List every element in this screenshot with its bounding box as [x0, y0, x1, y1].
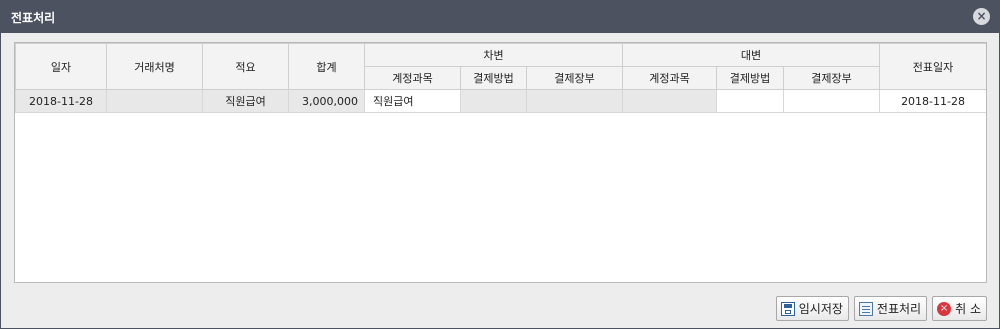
row-debit-method[interactable] [460, 89, 527, 113]
close-icon[interactable]: × [973, 8, 990, 25]
header-debit: 차변 [363, 43, 624, 67]
row-credit-account[interactable] [622, 89, 718, 113]
header-summary[interactable]: 적요 [202, 43, 289, 90]
row-date: 2018-11-28 [15, 89, 107, 113]
row-customer[interactable] [106, 89, 203, 113]
row-summary: 직원급여 [202, 89, 289, 113]
header-customer[interactable]: 거래처명 [106, 43, 203, 90]
header-date[interactable]: 일자 [15, 43, 107, 90]
save-icon [780, 301, 795, 316]
temp-save-label: 임시저장 [798, 302, 843, 316]
temp-save-button[interactable]: 임시저장 [775, 296, 849, 321]
row-debit-account[interactable]: 직원급여 [364, 89, 461, 113]
row-voucher-date[interactable]: 2018-11-28 [879, 89, 986, 113]
document-icon [858, 301, 873, 316]
process-voucher-label: 전표처리 [876, 302, 922, 316]
row-credit-method[interactable] [716, 89, 785, 113]
cancel-icon: × [937, 301, 952, 316]
header-debit-account[interactable]: 계정과목 [364, 66, 461, 90]
row-total: 3,000,000 [288, 89, 365, 113]
header-credit-method[interactable]: 결제방법 [716, 66, 785, 90]
voucher-processing-window: 전표처리 × 일자 거래처명 적요 합계 차변 대변 전표일자 계정과목 결제방… [0, 0, 1000, 329]
process-voucher-button[interactable]: 전표처리 [853, 296, 928, 321]
header-total[interactable]: 합계 [288, 43, 365, 90]
voucher-table: 일자 거래처명 적요 합계 차변 대변 전표일자 계정과목 결제방법 결제장부 … [15, 43, 986, 113]
window-titlebar: 전표처리 × [0, 0, 1000, 33]
header-voucher-date[interactable]: 전표일자 [879, 43, 986, 90]
row-credit-ledger[interactable] [783, 89, 881, 113]
cancel-label: 취 소 [955, 302, 981, 316]
table-row[interactable]: 2018-11-28 직원급여 3,000,000 직원급여 2018-11-2… [15, 89, 986, 113]
header-debit-method[interactable]: 결제방법 [460, 66, 527, 90]
row-debit-ledger[interactable] [525, 89, 624, 113]
header-credit-ledger[interactable]: 결제장부 [783, 66, 881, 90]
header-credit-account[interactable]: 계정과목 [622, 66, 718, 90]
header-credit: 대변 [622, 43, 881, 67]
window-title: 전표처리 [11, 11, 56, 25]
window-content: 일자 거래처명 적요 합계 차변 대변 전표일자 계정과목 결제방법 결제장부 … [1, 33, 999, 328]
cancel-button[interactable]: × 취 소 [932, 296, 987, 321]
voucher-grid: 일자 거래처명 적요 합계 차변 대변 전표일자 계정과목 결제방법 결제장부 … [14, 42, 987, 283]
action-buttons: 임시저장 전표처리 × 취 소 [775, 296, 987, 321]
header-debit-ledger[interactable]: 결제장부 [525, 66, 624, 90]
